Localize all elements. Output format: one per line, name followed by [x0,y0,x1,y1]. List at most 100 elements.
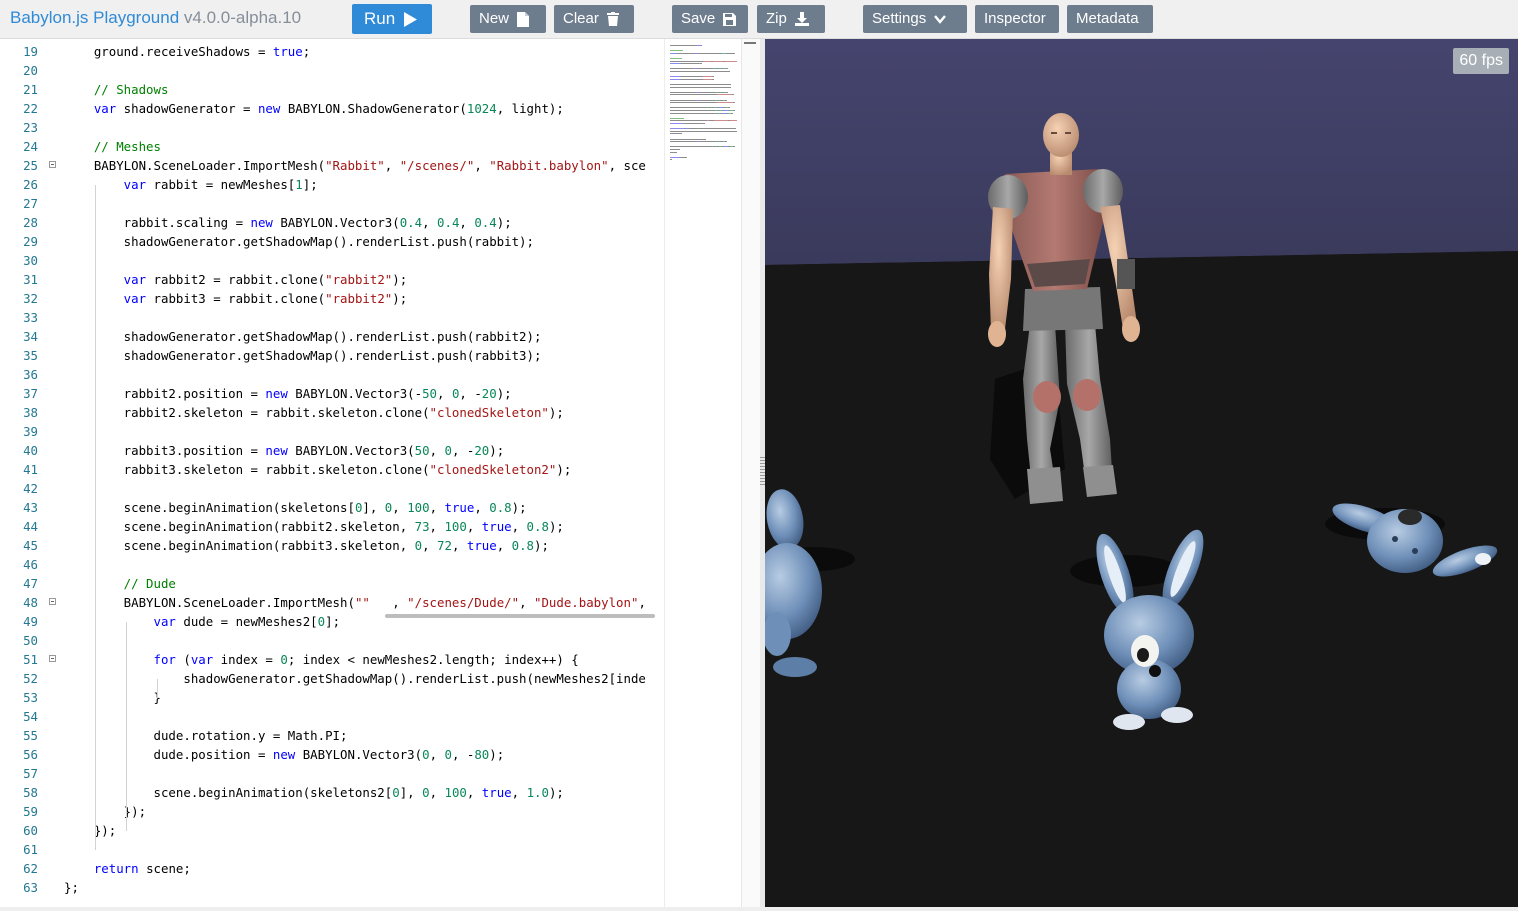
code-text[interactable]: return scene; [64,859,191,878]
save-button[interactable]: Save [672,5,748,33]
code-text[interactable]: shadowGenerator.getShadowMap().renderLis… [64,346,542,365]
metadata-button[interactable]: Metadata [1067,5,1153,33]
code-line[interactable]: 58 scene.beginAnimation(skeletons2[0], 0… [0,783,664,802]
settings-dropdown-button[interactable]: Settings [863,5,967,33]
code-text[interactable]: scene.beginAnimation(skeletons2[0], 0, 1… [64,783,564,802]
code-line[interactable]: 60 }); [0,821,664,840]
code-text[interactable]: }; [64,878,79,897]
code-line[interactable]: 31 var rabbit2 = rabbit.clone("rabbit2")… [0,270,664,289]
code-line[interactable]: 53 } [0,688,664,707]
code-text[interactable]: }); [64,821,116,840]
code-line[interactable]: 26 var rabbit = newMeshes[1]; [0,175,664,194]
fold-collapse-icon[interactable] [49,655,56,662]
code-text[interactable]: shadowGenerator.getShadowMap().renderLis… [64,327,542,346]
code-lines[interactable]: 19 ground.receiveShadows = true; 20 21 // … [0,42,664,897]
code-line[interactable]: 59 }); [0,802,664,821]
code-line[interactable]: 48 BABYLON.SceneLoader.ImportMesh("" , "… [0,593,664,612]
code-line[interactable]: 29 shadowGenerator.getShadowMap().render… [0,232,664,251]
code-text[interactable]: scene.beginAnimation(rabbit3.skeleton, 0… [64,536,549,555]
code-text[interactable]: scene.beginAnimation(rabbit2.skeleton, 7… [64,517,564,536]
code-line[interactable]: 52 shadowGenerator.getShadowMap().render… [0,669,664,688]
code-line[interactable]: 24 // Meshes [0,137,664,156]
code-line[interactable]: 63}; [0,878,664,897]
code-text[interactable]: } [64,688,161,707]
fold-collapse-icon[interactable] [49,598,56,605]
code-line[interactable]: 28 rabbit.scaling = new BABYLON.Vector3(… [0,213,664,232]
line-number: 32 [23,291,38,306]
code-line[interactable]: 20 [0,61,664,80]
code-line[interactable]: 41 rabbit3.skeleton = rabbit.skeleton.cl… [0,460,664,479]
code-line[interactable]: 57 [0,764,664,783]
inspector-button[interactable]: Inspector [975,5,1059,33]
code-line[interactable]: 42 [0,479,664,498]
code-text[interactable]: // Shadows [64,80,169,99]
code-line[interactable]: 27 [0,194,664,213]
code-line[interactable]: 22 var shadowGenerator = new BABYLON.Sha… [0,99,664,118]
code-text[interactable]: var rabbit2 = rabbit.clone("rabbit2"); [64,270,408,289]
vertical-scrollbar[interactable] [741,39,760,907]
code-line[interactable]: 37 rabbit2.position = new BABYLON.Vector… [0,384,664,403]
render-canvas[interactable]: 60 fps [765,39,1518,907]
code-line[interactable]: 32 var rabbit3 = rabbit.clone("rabbit2")… [0,289,664,308]
code-line[interactable]: 35 shadowGenerator.getShadowMap().render… [0,346,664,365]
code-line[interactable]: 51 for (var index = 0; index < newMeshes… [0,650,664,669]
code-text[interactable]: for (var index = 0; index < newMeshes2.l… [64,650,579,669]
code-text[interactable]: rabbit.scaling = new BABYLON.Vector3(0.4… [64,213,512,232]
code-text[interactable]: var rabbit3 = rabbit.clone("rabbit2"); [64,289,408,308]
code-text[interactable]: BABYLON.SceneLoader.ImportMesh("" , "/sc… [64,593,646,612]
scrollbar-thumb[interactable] [744,42,756,44]
code-line[interactable]: 54 [0,707,664,726]
code-line[interactable]: 46 [0,555,664,574]
fold-collapse-icon[interactable] [49,161,56,168]
code-text[interactable]: var shadowGenerator = new BABYLON.Shadow… [64,99,564,118]
code-line[interactable]: 43 scene.beginAnimation(skeletons[0], 0,… [0,498,664,517]
code-line[interactable]: 25 BABYLON.SceneLoader.ImportMesh("Rabbi… [0,156,664,175]
code-text[interactable]: var dude = newMeshes2[0]; [64,612,341,631]
code-line[interactable]: 50 [0,631,664,650]
code-line[interactable]: 36 [0,365,664,384]
code-text[interactable]: ground.receiveShadows = true; [64,42,310,61]
line-number: 59 [23,804,38,819]
code-line[interactable]: 23 [0,118,664,137]
code-text[interactable]: dude.position = new BABYLON.Vector3(0, 0… [64,745,505,764]
code-line[interactable]: 19 ground.receiveShadows = true; [0,42,664,61]
zip-button[interactable]: Zip [757,5,825,33]
code-editor[interactable]: 19 ground.receiveShadows = true; 20 21 // … [0,39,760,907]
code-line[interactable]: 40 rabbit3.position = new BABYLON.Vector… [0,441,664,460]
code-line[interactable]: 39 [0,422,664,441]
run-button[interactable]: Run [352,4,432,34]
code-text[interactable]: rabbit2.position = new BABYLON.Vector3(-… [64,384,512,403]
code-text[interactable]: shadowGenerator.getShadowMap().renderLis… [64,669,646,688]
code-text[interactable]: rabbit3.position = new BABYLON.Vector3(5… [64,441,505,460]
code-text[interactable]: dude.rotation.y = Math.PI; [64,726,348,745]
code-text[interactable]: shadowGenerator.getShadowMap().renderLis… [64,232,534,251]
code-token: , - [459,386,482,401]
minimap-mark [670,123,684,124]
code-line[interactable]: 55 dude.rotation.y = Math.PI; [0,726,664,745]
code-minimap[interactable] [664,39,742,907]
code-line[interactable]: 61 [0,840,664,859]
new-button[interactable]: New [470,5,546,33]
code-line[interactable]: 45 scene.beginAnimation(rabbit3.skeleton… [0,536,664,555]
code-text[interactable]: rabbit3.skeleton = rabbit.skeleton.clone… [64,460,572,479]
horizontal-scrollbar[interactable] [385,614,655,618]
code-text[interactable]: scene.beginAnimation(skeletons[0], 0, 10… [64,498,527,517]
code-text[interactable]: BABYLON.SceneLoader.ImportMesh("Rabbit",… [64,156,646,175]
code-line[interactable]: 56 dude.position = new BABYLON.Vector3(0… [0,745,664,764]
code-text[interactable]: }); [64,802,146,821]
code-line[interactable]: 33 [0,308,664,327]
code-line[interactable]: 38 rabbit2.skeleton = rabbit.skeleton.cl… [0,403,664,422]
code-line[interactable]: 47 // Dude [0,574,664,593]
code-text[interactable]: // Meshes [64,137,161,156]
code-text[interactable]: // Dude [64,574,176,593]
code-text[interactable]: var rabbit = newMeshes[1]; [64,175,318,194]
clear-button[interactable]: Clear [554,5,634,33]
code-line[interactable]: 62 return scene; [0,859,664,878]
code-text[interactable]: rabbit2.skeleton = rabbit.skeleton.clone… [64,403,564,422]
code-line[interactable]: 44 scene.beginAnimation(rabbit2.skeleton… [0,517,664,536]
3d-scene-viewport[interactable] [765,39,1518,907]
code-line[interactable]: 21 // Shadows [0,80,664,99]
code-line[interactable]: 34 shadowGenerator.getShadowMap().render… [0,327,664,346]
code-line[interactable]: 30 [0,251,664,270]
line-number: 35 [23,348,38,363]
